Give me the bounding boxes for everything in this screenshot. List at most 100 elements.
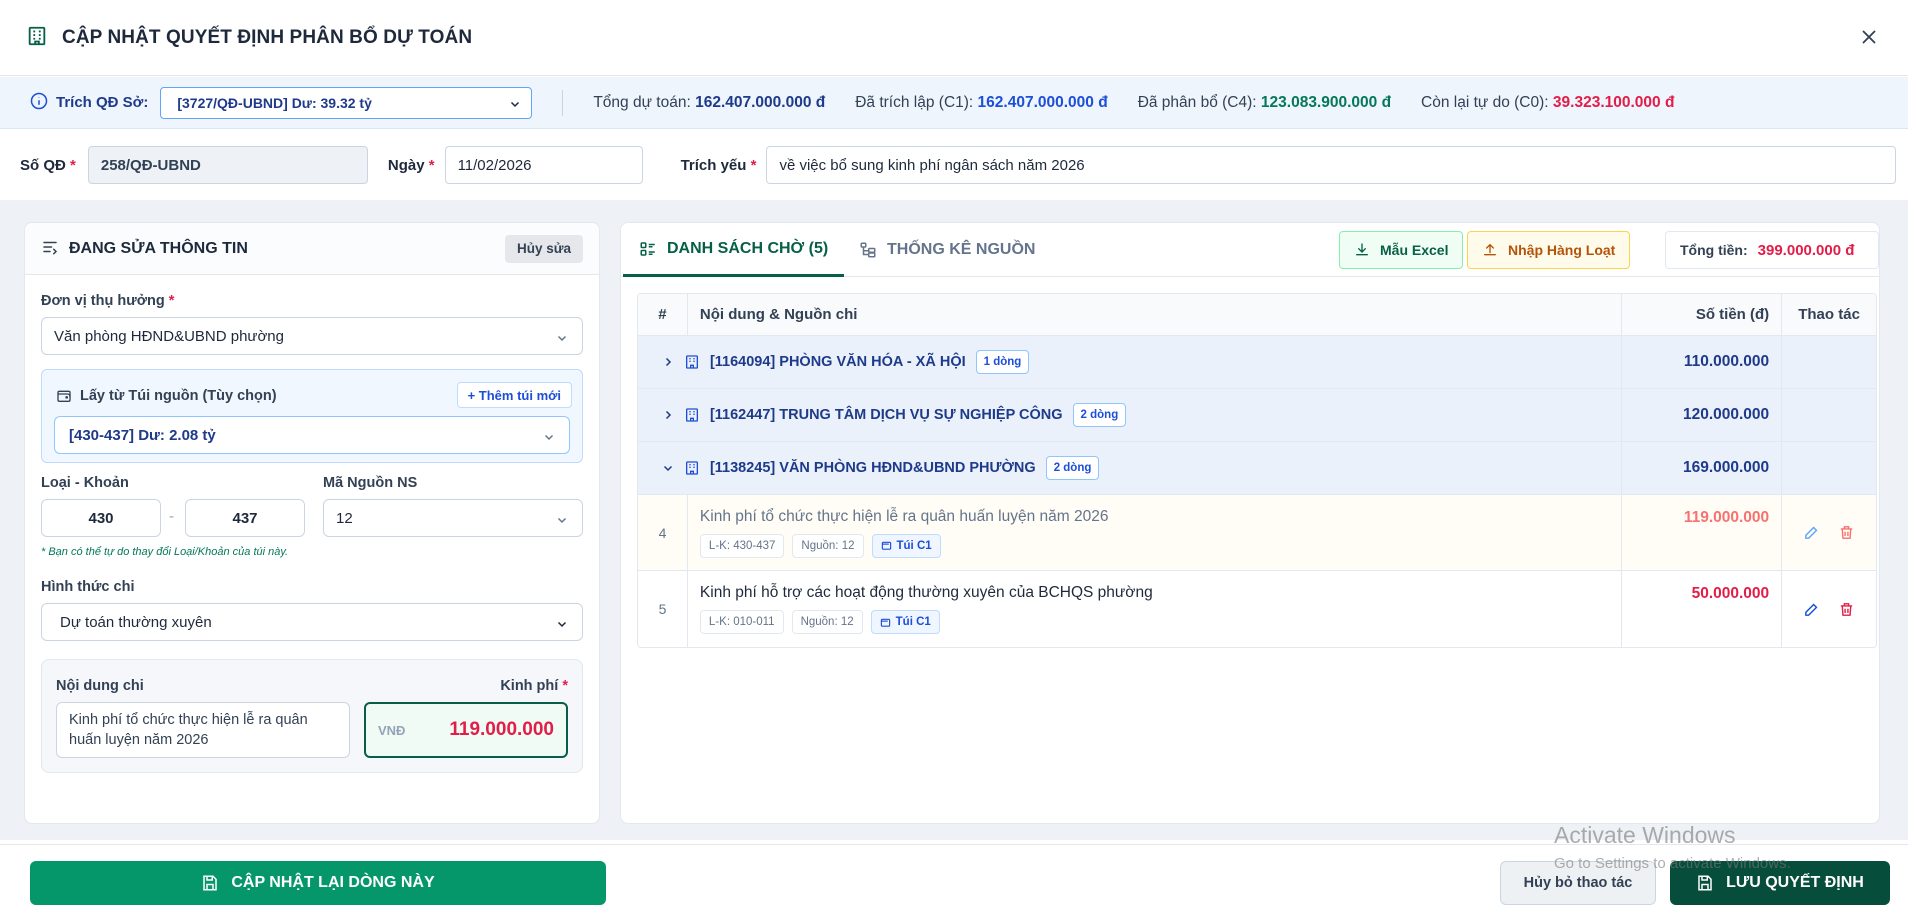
- ngay-input[interactable]: 11/02/2026: [444, 146, 643, 184]
- ma-nguon-select[interactable]: 12: [323, 499, 583, 537]
- edit-list-icon: [41, 238, 59, 260]
- edit-icon[interactable]: [1803, 524, 1820, 541]
- trich-yeu-input[interactable]: về việc bổ sung kinh phí ngân sách năm 2…: [766, 146, 1897, 184]
- col-actions: Thao tác: [1798, 306, 1860, 323]
- hinh-thuc-select[interactable]: Dự toán thường xuyên: [41, 603, 583, 641]
- close-icon[interactable]: [1858, 26, 1880, 48]
- cancel-edit-button[interactable]: Hủy sửa: [504, 234, 583, 263]
- table-row[interactable]: 5 Kinh phí hỗ trợ các hoạt động thường x…: [638, 571, 1876, 647]
- wallet-icon: [880, 618, 890, 627]
- loai-khoan-hint: * Bạn có thể tự do thay đổi Loại/Khoản c…: [41, 546, 289, 558]
- loai-khoan-label: Loại - Khoản: [41, 475, 129, 491]
- chevron-down-icon: [557, 335, 567, 342]
- edit-panel-header: ĐANG SỬA THÔNG TIN Hủy sửa: [25, 223, 599, 275]
- bag-chip: Túi C1: [871, 533, 941, 558]
- group-name: [1162447] TRUNG TÂM DỊCH VỤ SỰ NGHIỆP CÔ…: [709, 407, 1063, 423]
- wallet-icon: [881, 541, 891, 550]
- source-strip: Trích QĐ Sở: [3727/QĐ-UBND] Dư: 39.32 tỷ…: [0, 77, 1908, 129]
- kinh-phi-amount: 119.000.000: [449, 719, 554, 740]
- upload-icon: [1484, 243, 1496, 256]
- edit-panel: ĐANG SỬA THÔNG TIN Hủy sửa Đơn vị thụ hư…: [24, 222, 600, 824]
- group-amount: 110.000.000: [1622, 336, 1783, 388]
- group-name: [1164094] PHÒNG VĂN HÓA - XÃ HỘI: [709, 354, 966, 370]
- source-select[interactable]: [3727/QĐ-UBND] Dư: 39.32 tỷ: [160, 86, 533, 119]
- chevron-down-icon: [544, 434, 554, 441]
- save-icon: [1698, 875, 1712, 891]
- download-icon: [1356, 243, 1368, 256]
- nguon-chip: Nguồn: 12: [792, 533, 864, 558]
- group-row[interactable]: [1162447] TRUNG TÂM DỊCH VỤ SỰ NGHIỆP CÔ…: [638, 389, 1876, 442]
- bag-select[interactable]: [430-437] Dư: 2.08 tỷ: [54, 416, 570, 454]
- ngay-label: Ngày *: [387, 156, 435, 174]
- range-dash: -: [169, 508, 174, 525]
- chevron-down-icon: [557, 517, 567, 524]
- group-row[interactable]: [1138245] VĂN PHÒNG HĐND&UBND PHƯỜNG 2 d…: [638, 442, 1876, 495]
- col-index: #: [638, 294, 688, 335]
- stat-c1: Đã trích lập (C1): 162.407.000.000 đ: [855, 93, 1108, 111]
- list-icon: [640, 241, 655, 256]
- list-panel: DANH SÁCH CHỜ (5) THỐNG KÊ NGUỒN Mẫu Exc…: [620, 222, 1880, 824]
- building-icon: [685, 355, 698, 369]
- bag-select-value: [430-437] Dư: 2.08 tỷ: [69, 426, 216, 444]
- hierarchy-icon: [860, 242, 876, 258]
- decision-modal: CẬP NHẬT QUYẾT ĐỊNH PHÂN BỔ DỰ TOÁN Tríc…: [0, 0, 1908, 912]
- nguon-chip: Nguồn: 12: [791, 610, 863, 634]
- hinh-thuc-value: Dự toán thường xuyên: [60, 613, 212, 631]
- excel-template-button[interactable]: Mẫu Excel: [1339, 231, 1464, 269]
- total-value: 399.000.000 đ: [1757, 241, 1855, 259]
- stat-total: Tổng dự toán: 162.407.000.000 đ: [593, 93, 826, 111]
- chevron-down-icon: [511, 101, 520, 107]
- source-bag-box: Lấy từ Túi nguồn (Tùy chọn) + Thêm túi m…: [41, 369, 583, 463]
- don-vi-select[interactable]: Văn phòng HĐND&UBND phường: [41, 317, 583, 355]
- don-vi-label: Đơn vị thụ hưởng *: [41, 293, 175, 309]
- kinh-phi-input[interactable]: VNĐ 119.000.000: [364, 702, 568, 758]
- lk-chip: L-K: 010-011: [699, 610, 784, 634]
- modal-header: CẬP NHẬT QUYẾT ĐỊNH PHÂN BỔ DỰ TOÁN: [0, 0, 1908, 76]
- row-index: 4: [638, 495, 688, 570]
- khoan-input[interactable]: 437: [185, 499, 305, 537]
- pending-table: # Nội dung & Nguồn chi Số tiền (đ) Thao …: [637, 293, 1877, 648]
- trash-icon[interactable]: [1838, 524, 1855, 541]
- chevron-right-icon[interactable]: [638, 336, 674, 388]
- bag-chip: Túi C1: [870, 610, 940, 634]
- so-qd-label: Số QĐ *: [20, 156, 76, 174]
- row-amount: 50.000.000: [1622, 571, 1783, 647]
- lk-chip: L-K: 430-437: [699, 533, 785, 558]
- so-qd-input[interactable]: 258/QĐ-UBND: [87, 146, 368, 184]
- table-row[interactable]: 4 Kinh phí tổ chức thực hiện lễ ra quân …: [638, 495, 1876, 571]
- source-label: Trích QĐ Sở:: [56, 94, 149, 111]
- save-icon: [203, 875, 218, 891]
- chevron-down-icon[interactable]: [638, 442, 674, 494]
- update-row-button[interactable]: CẬP NHẬT LẠI DÒNG NÀY: [30, 861, 606, 905]
- windows-watermark: Activate Windows Go to Settings to activ…: [1554, 822, 1791, 872]
- ma-nguon-label: Mã Nguồn NS: [323, 475, 418, 491]
- modal-title: CẬP NHẬT QUYẾT ĐỊNH PHÂN BỔ DỰ TOÁN: [62, 26, 473, 48]
- group-name: [1138245] VĂN PHÒNG HĐND&UBND PHƯỜNG: [709, 460, 1036, 476]
- edit-icon[interactable]: [1803, 601, 1820, 618]
- col-content: Nội dung & Nguồn chi: [688, 294, 1623, 335]
- tab-source-stats[interactable]: THỐNG KÊ NGUỒN: [843, 223, 1051, 277]
- trash-icon[interactable]: [1838, 601, 1855, 618]
- hinh-thuc-label: Hình thức chi: [41, 579, 135, 595]
- divider: [562, 89, 564, 116]
- bulk-import-button[interactable]: Nhập Hàng Loạt: [1467, 231, 1631, 269]
- loai-input[interactable]: 430: [41, 499, 161, 537]
- trich-yeu-label: Trích yếu *: [680, 156, 757, 174]
- edit-panel-title: ĐANG SỬA THÔNG TIN: [69, 239, 248, 257]
- chevron-right-icon[interactable]: [638, 389, 674, 441]
- group-row[interactable]: [1164094] PHÒNG VĂN HÓA - XÃ HỘI 1 dòng …: [638, 336, 1876, 389]
- wallet-icon: [57, 390, 71, 402]
- group-amount: 169.000.000: [1622, 442, 1783, 494]
- table-header: # Nội dung & Nguồn chi Số tiền (đ) Thao …: [638, 294, 1876, 336]
- group-count-badge: 2 dòng: [1072, 403, 1127, 427]
- tab-pending-list[interactable]: DANH SÁCH CHỜ (5): [623, 223, 845, 277]
- ma-nguon-value: 12: [336, 509, 353, 527]
- add-bag-button[interactable]: + Thêm túi mới: [456, 382, 572, 408]
- chevron-down-icon: [557, 621, 567, 628]
- row-amount: 119.000.000: [1622, 495, 1783, 570]
- content-box: Nội dung chi Kinh phí * Kinh phí tổ chức…: [41, 659, 583, 773]
- noi-dung-textarea[interactable]: Kinh phí tổ chức thực hiện lễ ra quân hu…: [56, 702, 350, 758]
- row-title: Kinh phí tổ chức thực hiện lễ ra quân hu…: [699, 507, 1109, 525]
- row-index: 5: [638, 571, 688, 647]
- stat-c4: Đã phân bổ (C4): 123.083.900.000 đ: [1137, 93, 1392, 111]
